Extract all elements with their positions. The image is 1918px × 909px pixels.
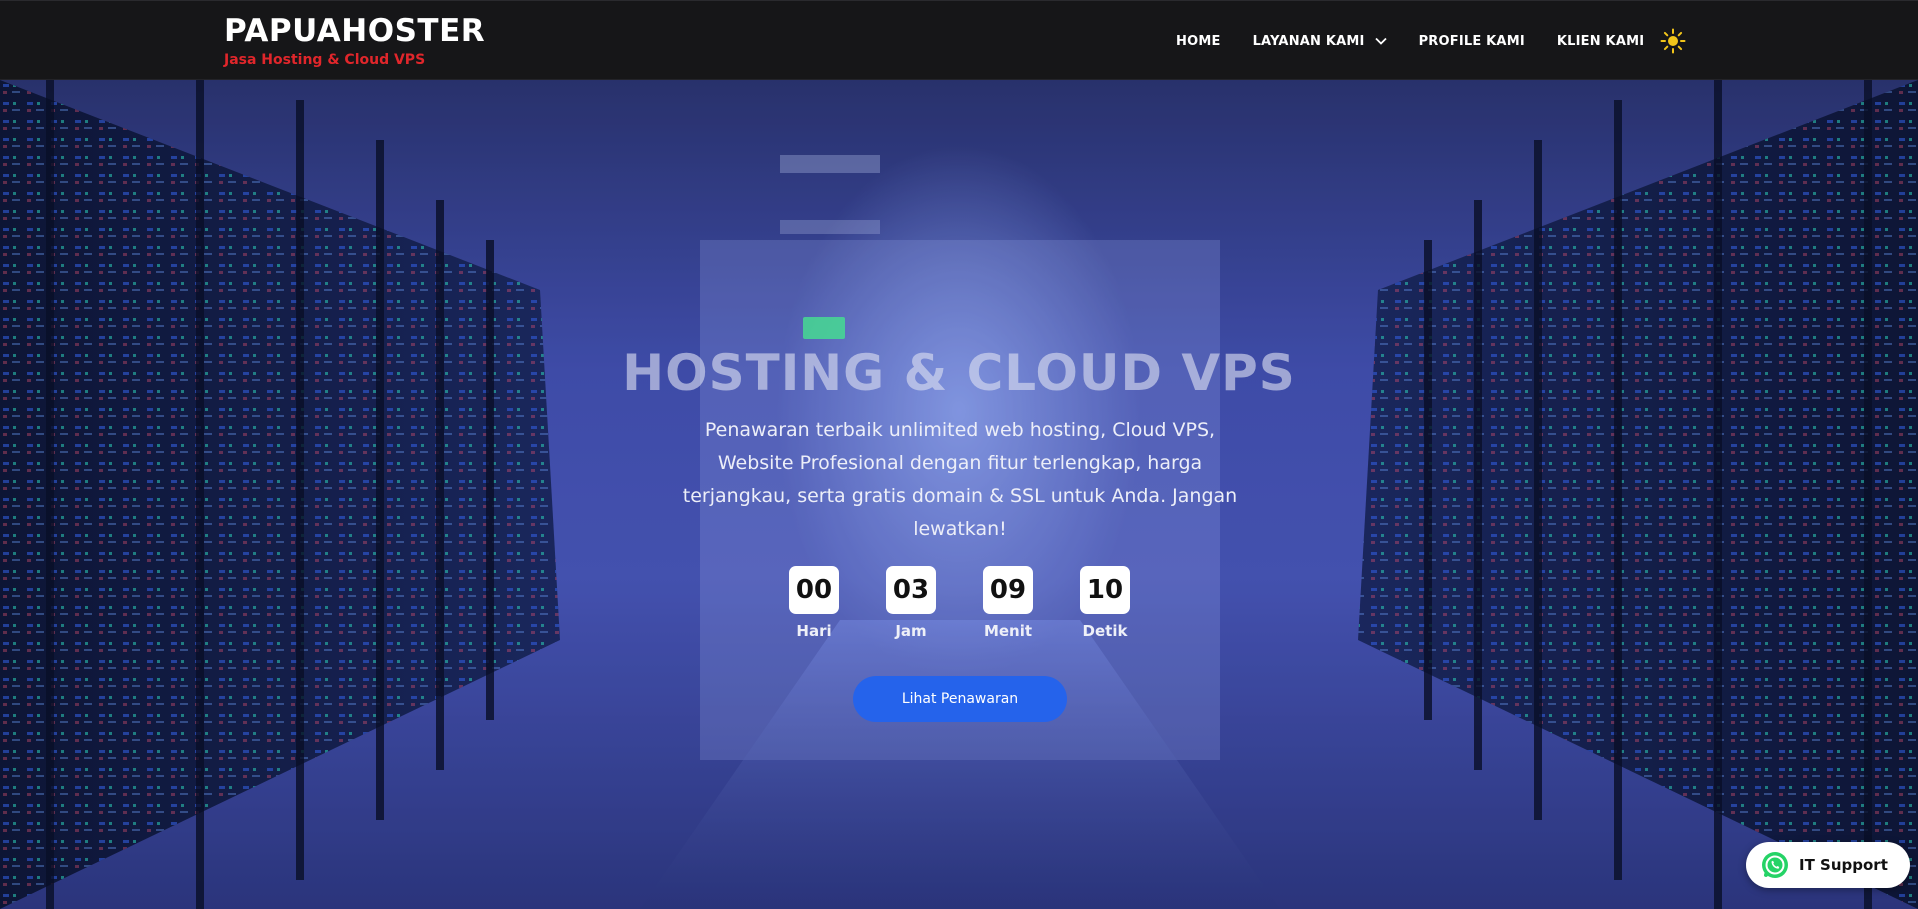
it-support-button[interactable]: IT Support: [1746, 842, 1910, 888]
nav-layanan-kami-label: LAYANAN KAMI: [1252, 33, 1365, 49]
countdown-seconds-label: Detik: [1082, 622, 1128, 640]
whatsapp-icon: [1760, 850, 1790, 880]
hero-title: HOSTING & CLOUD VPS: [622, 344, 1296, 402]
countdown-days-label: Hari: [796, 622, 832, 640]
countdown-days: 00 Hari: [784, 566, 844, 640]
nav-profile-kami-label: PROFILE KAMI: [1418, 33, 1525, 49]
countdown-hours-value: 03: [886, 566, 936, 614]
nav-home[interactable]: HOME: [1176, 34, 1221, 49]
brand-title[interactable]: PAPUAHOSTER: [224, 13, 485, 49]
countdown-seconds-value: 10: [1080, 566, 1130, 614]
countdown-timer: 00 Hari 03 Jam 09 Menit 10 Detik: [0, 566, 1918, 656]
brand[interactable]: PAPUAHOSTER Jasa Hosting & Cloud VPS: [224, 13, 485, 68]
countdown-hours-label: Jam: [895, 622, 927, 640]
main-menu: HOME LAYANAN KAMI PROFILE KAMI KLIEN KAM…: [1176, 1, 1676, 81]
hero-subtitle: Penawaran terbaik unlimited web hosting,…: [682, 419, 1238, 540]
nav-layanan-kami[interactable]: LAYANAN KAMI: [1253, 34, 1387, 49]
it-support-label: IT Support: [1799, 856, 1888, 874]
countdown-hours: 03 Jam: [881, 566, 941, 640]
nav-klien-kami[interactable]: KLIEN KAMI: [1557, 34, 1644, 49]
chevron-down-icon: [1374, 37, 1387, 45]
navbar: PAPUAHOSTER Jasa Hosting & Cloud VPS HOM…: [0, 0, 1918, 80]
brand-tagline: Jasa Hosting & Cloud VPS: [224, 52, 426, 68]
nav-home-label: HOME: [1176, 33, 1221, 49]
sun-icon[interactable]: [1660, 28, 1686, 54]
countdown-minutes: 09 Menit: [978, 566, 1038, 640]
nav-klien-kami-label: KLIEN KAMI: [1556, 33, 1645, 49]
countdown-minutes-label: Menit: [983, 622, 1033, 640]
countdown-seconds: 10 Detik: [1075, 566, 1135, 640]
lihat-penawaran-button[interactable]: Lihat Penawaran: [853, 676, 1067, 722]
countdown-days-value: 00: [789, 566, 839, 614]
nav-profile-kami[interactable]: PROFILE KAMI: [1419, 34, 1525, 49]
countdown-minutes-value: 09: [983, 566, 1033, 614]
hero-section: HOSTING & CLOUD VPS Penawaran terbaik un…: [0, 80, 1918, 909]
